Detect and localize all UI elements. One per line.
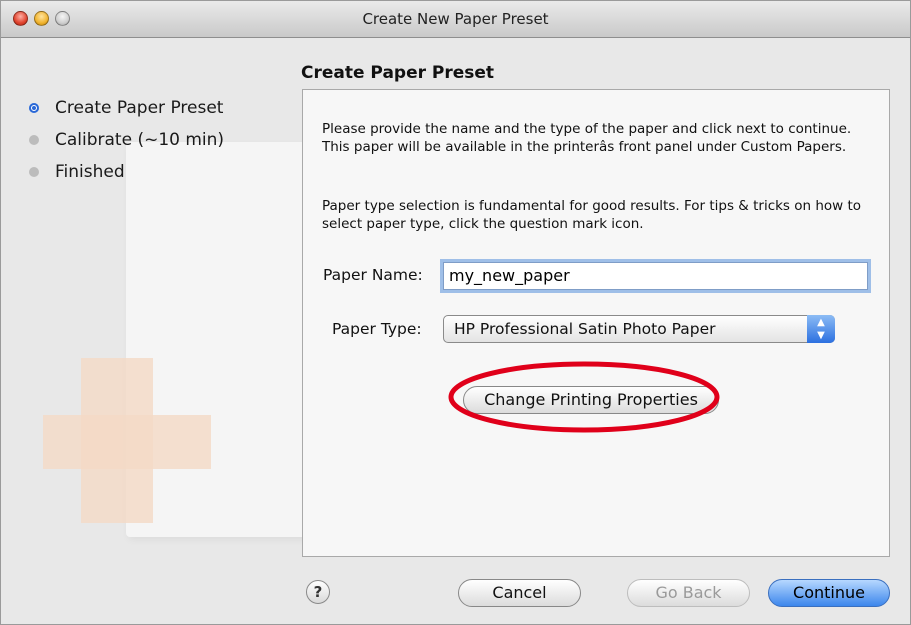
cross-graphic-horizontal bbox=[43, 415, 211, 469]
continue-button[interactable]: Continue bbox=[768, 579, 890, 607]
title-bar[interactable]: Create New Paper Preset bbox=[1, 1, 910, 38]
cancel-button[interactable]: Cancel bbox=[458, 579, 581, 607]
wizard-steps: Create Paper Preset Calibrate (~10 min) … bbox=[29, 97, 224, 193]
content-panel: Please provide the name and the type of … bbox=[302, 89, 890, 557]
help-button[interactable]: ? bbox=[306, 580, 330, 604]
updown-arrows-icon: ▲ ▼ bbox=[807, 315, 835, 343]
step-create-paper-preset: Create Paper Preset bbox=[29, 97, 224, 129]
active-step-indicator-icon bbox=[29, 103, 39, 113]
step-label: Calibrate (~10 min) bbox=[55, 130, 225, 150]
step-label: Finished bbox=[55, 162, 125, 182]
paper-type-select[interactable]: HP Professional Satin Photo Paper ▲ ▼ bbox=[443, 315, 835, 343]
window-title: Create New Paper Preset bbox=[362, 10, 549, 28]
step-label: Create Paper Preset bbox=[55, 98, 224, 118]
inactive-step-indicator-icon bbox=[29, 167, 39, 177]
paper-type-tip-text: Paper type selection is fundamental for … bbox=[322, 198, 862, 232]
paper-name-input[interactable]: my_new_paper bbox=[443, 262, 868, 290]
paper-type-selected-value: HP Professional Satin Photo Paper bbox=[454, 320, 716, 338]
paper-type-label: Paper Type: bbox=[332, 320, 422, 338]
step-calibrate: Calibrate (~10 min) bbox=[29, 129, 224, 161]
step-finished: Finished bbox=[29, 161, 224, 193]
go-back-button[interactable]: Go Back bbox=[627, 579, 750, 607]
paper-name-label: Paper Name: bbox=[323, 266, 423, 284]
create-paper-preset-window: Create New Paper Preset Create Paper Pre… bbox=[0, 0, 911, 625]
inactive-step-indicator-icon bbox=[29, 135, 39, 145]
change-printing-properties-button[interactable]: Change Printing Properties bbox=[463, 386, 719, 414]
panel-title: Create Paper Preset bbox=[301, 63, 495, 83]
instructions-text: Please provide the name and the type of … bbox=[322, 121, 852, 155]
